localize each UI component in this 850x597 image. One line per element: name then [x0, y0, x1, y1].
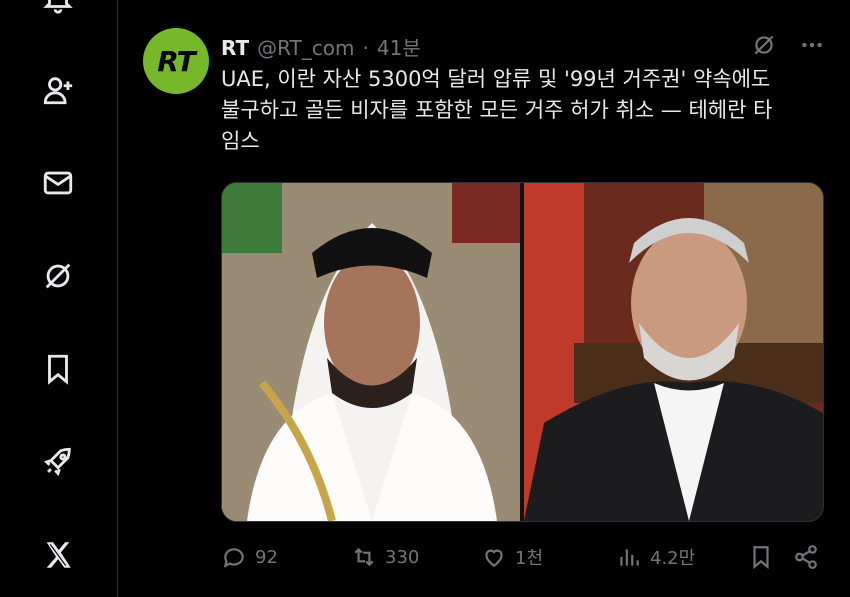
grok-slash-icon[interactable]	[38, 256, 78, 296]
bell-icon[interactable]	[38, 0, 78, 18]
timestamp[interactable]: 41분	[377, 32, 421, 61]
x-logo-icon[interactable]	[38, 535, 78, 575]
more-options-icon[interactable]	[799, 32, 825, 62]
grok-icon[interactable]	[751, 32, 777, 62]
heart-icon	[485, 549, 503, 567]
tweet-header: RT @RT_com · 41분	[221, 32, 421, 61]
tweet-media[interactable]	[221, 182, 824, 522]
like-count: 1천	[515, 548, 544, 569]
share-button[interactable]	[793, 544, 819, 570]
header-actions	[751, 32, 825, 62]
bookmark-button[interactable]	[748, 544, 774, 570]
views-chart-icon	[620, 549, 639, 566]
avatar-logo-text: RT	[157, 44, 195, 78]
like-button[interactable]: 1천	[481, 544, 543, 570]
tweet-text: UAE, 이란 자산 5300억 달러 압류 및 '99년 거주권' 약속에도 …	[221, 67, 773, 153]
tweet[interactable]: RT RT @RT_com · 41분 UAE, 이란 자산 5300억 달러 …	[118, 0, 850, 597]
author-name[interactable]: RT	[221, 36, 249, 60]
reply-icon	[223, 548, 244, 568]
photo-right[interactable]	[524, 183, 823, 521]
bookmark-icon[interactable]	[38, 349, 78, 389]
add-user-icon[interactable]	[38, 70, 78, 110]
mail-icon[interactable]	[38, 163, 78, 203]
reply-button[interactable]: 92	[221, 544, 278, 570]
sidebar	[0, 0, 118, 597]
bookmark-icon	[753, 546, 769, 570]
repost-count: 330	[385, 546, 420, 568]
repost-button[interactable]: 330	[351, 544, 419, 570]
photo-left[interactable]	[222, 183, 520, 521]
reply-count: 92	[255, 546, 278, 568]
avatar[interactable]: RT	[143, 28, 209, 94]
views-count: 4.2만	[650, 548, 696, 569]
rocket-icon[interactable]	[38, 442, 78, 482]
repost-icon	[354, 547, 374, 567]
share-icon	[795, 545, 817, 569]
tweet-actions: 92 330 1천 4.2만	[221, 540, 831, 574]
header-separator: ·	[362, 36, 369, 60]
views-button[interactable]: 4.2만	[616, 544, 695, 570]
author-handle[interactable]: @RT_com	[257, 36, 354, 60]
